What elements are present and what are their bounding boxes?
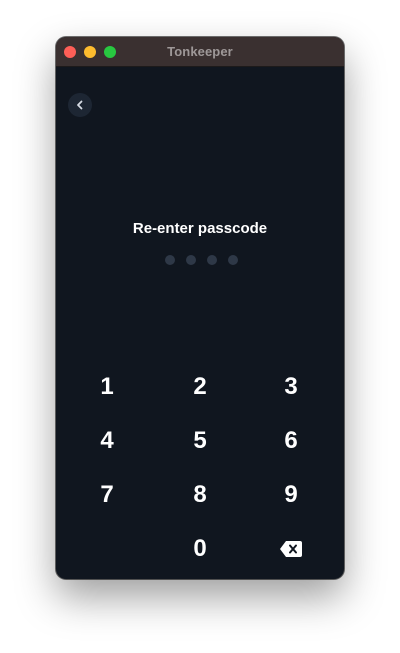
window-title: Tonkeeper — [167, 44, 233, 59]
passcode-dot-1 — [165, 255, 175, 265]
keypad-key-1[interactable]: 1 — [59, 360, 155, 414]
passcode-dot-3 — [207, 255, 217, 265]
back-button[interactable] — [68, 93, 92, 117]
keypad-key-5[interactable]: 5 — [152, 414, 248, 468]
keypad-key-7[interactable]: 7 — [59, 468, 155, 522]
passcode-dot-4 — [228, 255, 238, 265]
app-window: Tonkeeper Re-enter passcode 1 2 3 4 5 6 … — [56, 37, 344, 579]
passcode-dot-2 — [186, 255, 196, 265]
title-bar: Tonkeeper — [56, 37, 344, 67]
keypad-key-4[interactable]: 4 — [59, 414, 155, 468]
keypad-key-6[interactable]: 6 — [243, 414, 339, 468]
keypad-key-2[interactable]: 2 — [152, 360, 248, 414]
delete-key[interactable] — [243, 522, 339, 576]
backspace-icon — [280, 541, 302, 557]
keypad-key-0[interactable]: 0 — [152, 522, 248, 576]
passcode-heading: Re-enter passcode — [132, 220, 268, 237]
keypad-key-8[interactable]: 8 — [152, 468, 248, 522]
chevron-left-icon — [77, 100, 83, 110]
keypad-key-9[interactable]: 9 — [243, 468, 339, 522]
keypad-key-3[interactable]: 3 — [243, 360, 339, 414]
